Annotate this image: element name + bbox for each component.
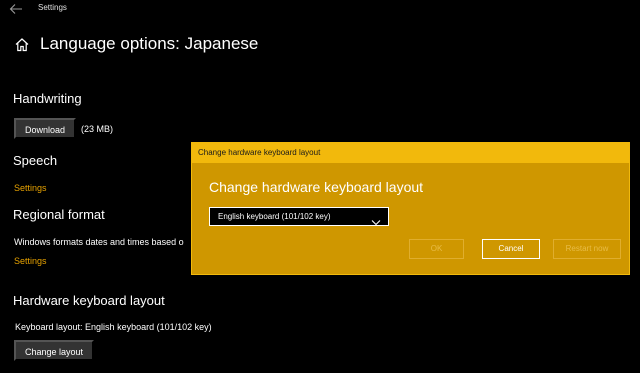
back-arrow-icon[interactable] bbox=[9, 2, 23, 14]
speech-heading: Speech bbox=[13, 153, 58, 168]
change-layout-button[interactable]: Change layout bbox=[14, 340, 94, 361]
cancel-button[interactable]: Cancel bbox=[482, 239, 540, 259]
download-button[interactable]: Download bbox=[14, 118, 76, 139]
chevron-down-icon bbox=[371, 213, 381, 226]
regional-settings-link[interactable]: Settings bbox=[14, 256, 47, 267]
regional-format-heading: Regional format bbox=[13, 207, 105, 222]
dialog-titlebar-text: Change hardware keyboard layout bbox=[198, 148, 321, 157]
home-icon[interactable] bbox=[14, 37, 30, 52]
download-size-label: (23 MB) bbox=[81, 124, 114, 134]
dialog-titlebar[interactable]: Change hardware keyboard layout bbox=[192, 143, 629, 163]
handwriting-heading: Handwriting bbox=[13, 91, 82, 106]
ok-button[interactable]: OK bbox=[409, 239, 464, 259]
keyboard-layout-status: Keyboard layout: English keyboard (101/1… bbox=[15, 322, 212, 332]
speech-settings-link[interactable]: Settings bbox=[14, 183, 47, 194]
page-title: Language options: Japanese bbox=[40, 34, 259, 53]
window-title: Settings bbox=[38, 3, 67, 12]
keyboard-layout-dropdown[interactable]: English keyboard (101/102 key) bbox=[209, 207, 389, 226]
change-layout-dialog: Change hardware keyboard layout Change h… bbox=[191, 142, 630, 275]
restart-now-button[interactable]: Restart now bbox=[553, 239, 621, 259]
dialog-heading: Change hardware keyboard layout bbox=[209, 179, 424, 195]
hardware-keyboard-heading: Hardware keyboard layout bbox=[13, 293, 165, 308]
selected-layout-value: English keyboard (101/102 key) bbox=[218, 212, 331, 221]
regional-format-description: Windows formats dates and times based o bbox=[14, 237, 184, 247]
